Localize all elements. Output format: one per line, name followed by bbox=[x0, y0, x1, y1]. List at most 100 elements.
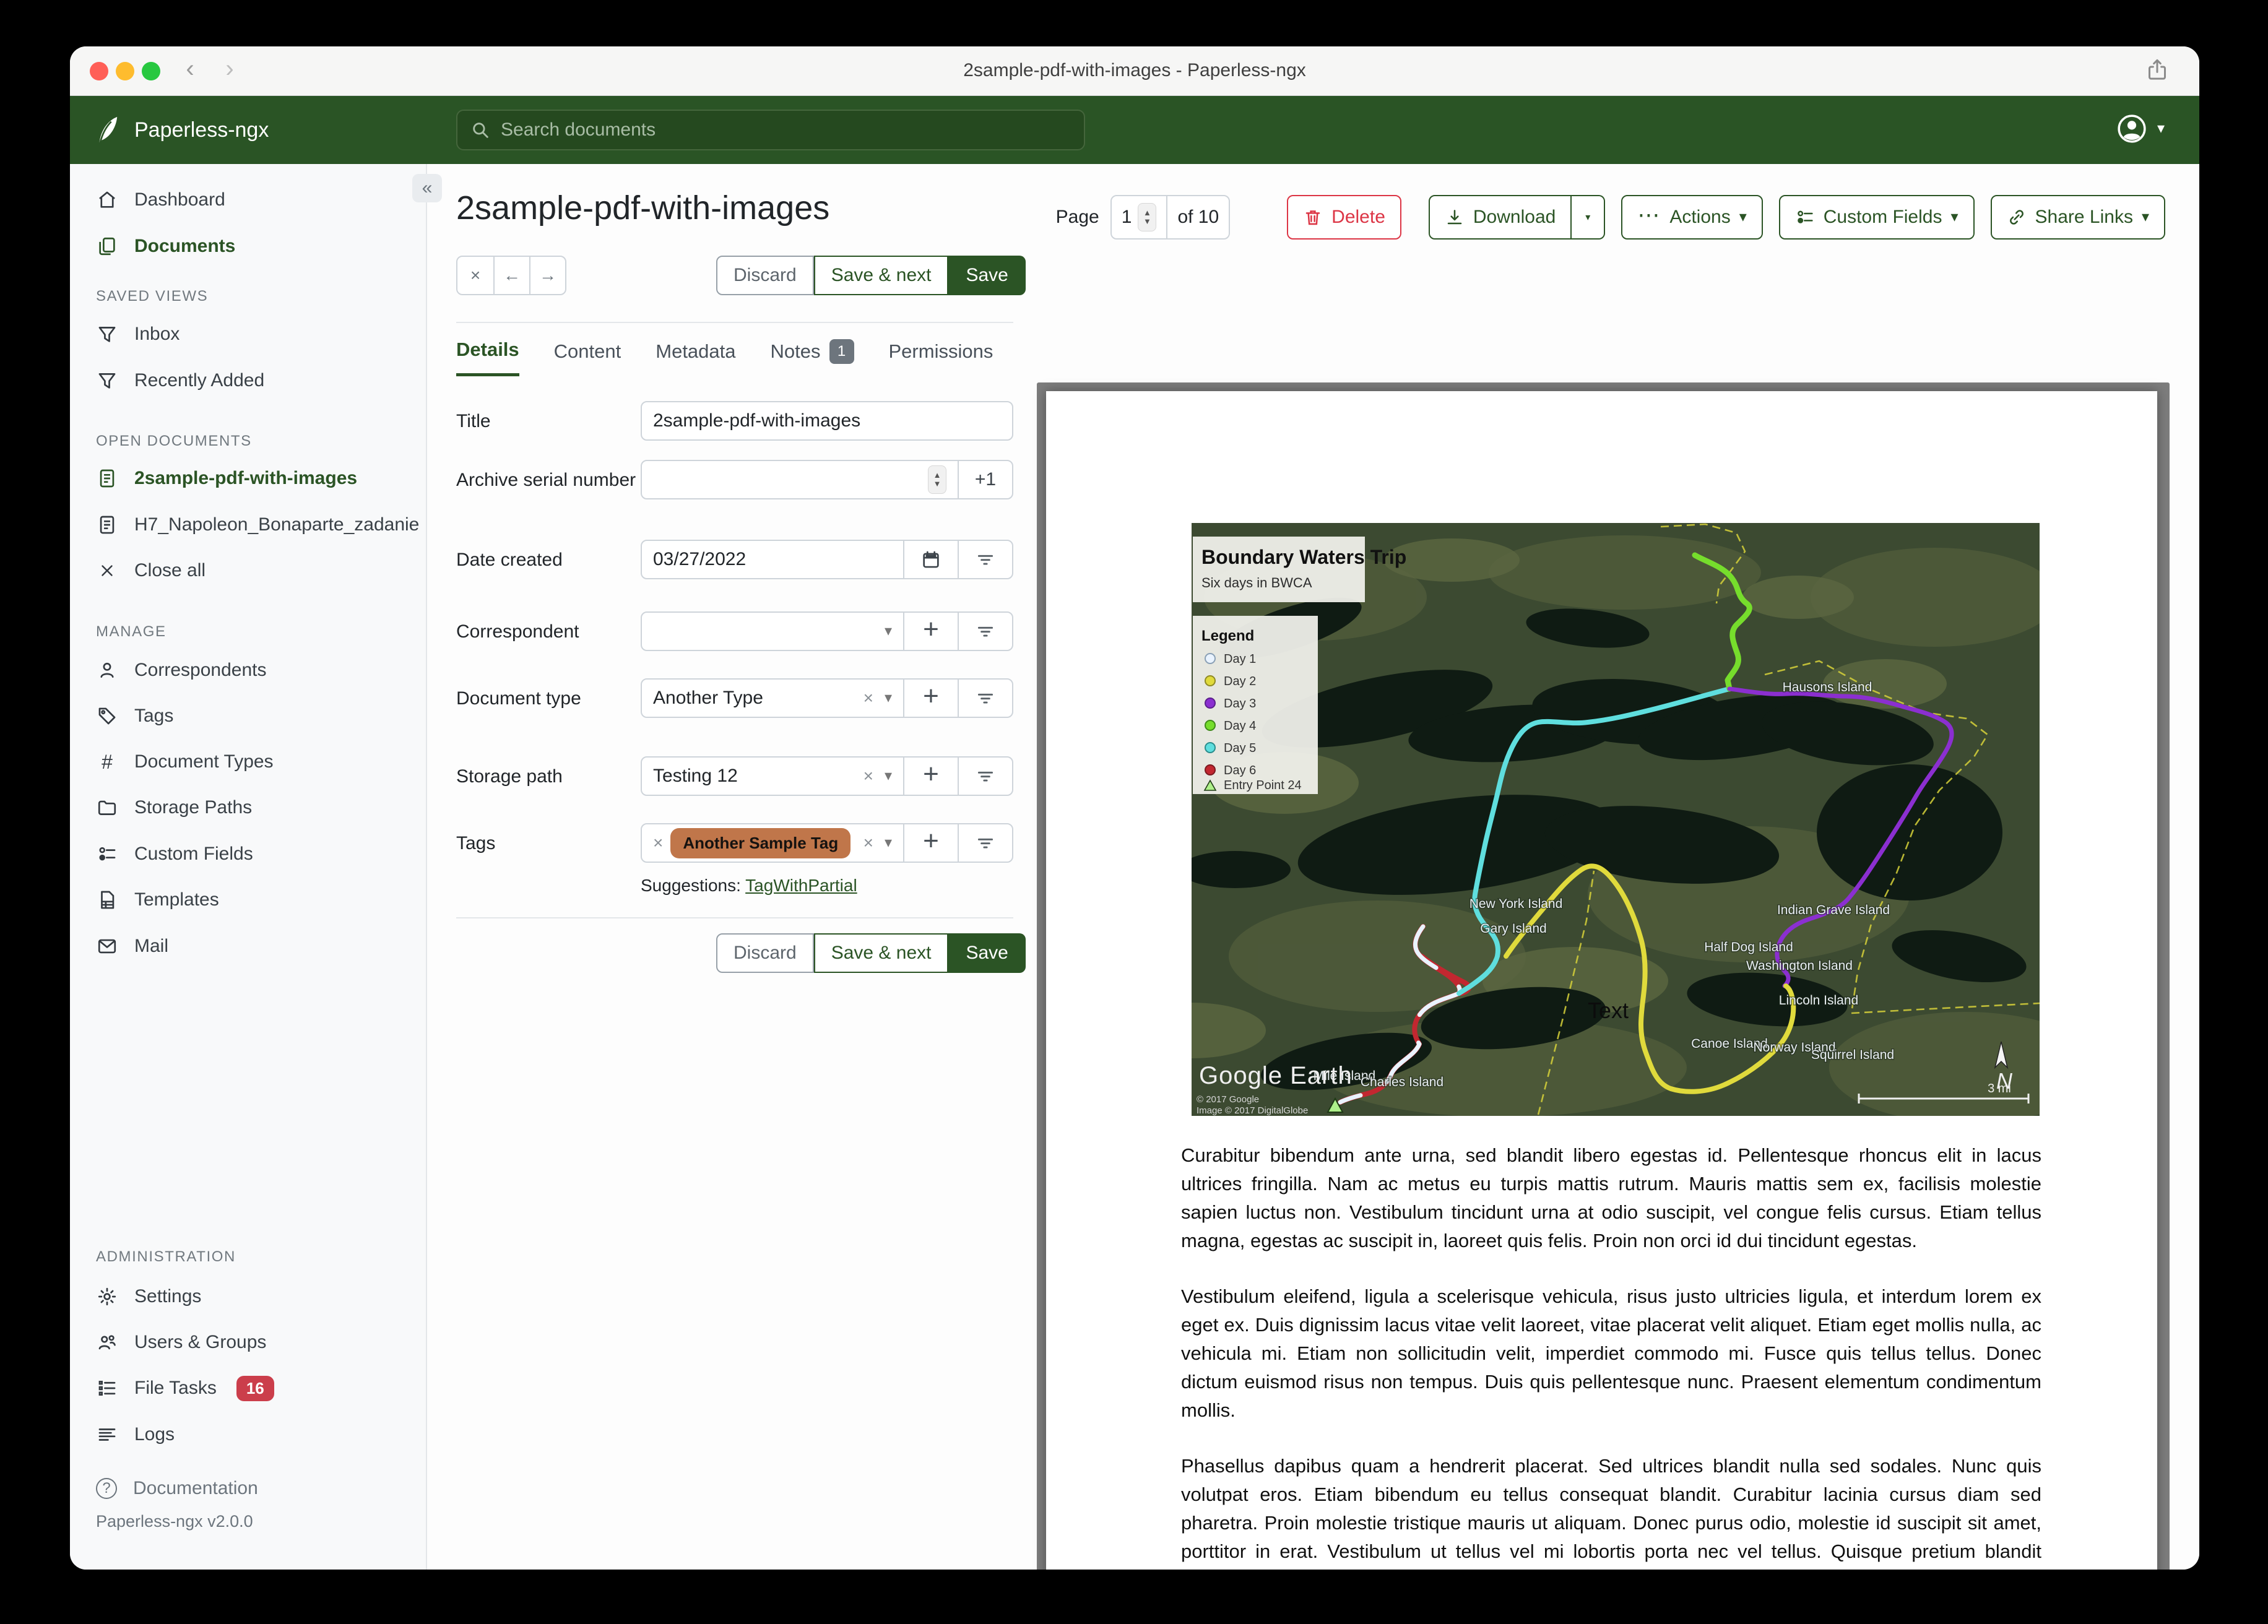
title-input[interactable]: 2sample-pdf-with-images bbox=[642, 402, 1012, 439]
add-document-type-button[interactable]: + bbox=[903, 680, 958, 717]
search-input[interactable]: Search documents bbox=[456, 110, 1085, 150]
tab-metadata[interactable]: Metadata bbox=[656, 340, 735, 375]
filter-icon bbox=[96, 369, 118, 392]
filter-lines-icon bbox=[977, 555, 993, 565]
tab-permissions[interactable]: Permissions bbox=[889, 340, 993, 375]
suggestion-link[interactable]: TagWithPartial bbox=[745, 876, 857, 895]
asn-input[interactable]: ▲ ▼ bbox=[642, 461, 958, 498]
previous-document-button[interactable]: ← bbox=[493, 257, 529, 294]
sidebar-item-users-groups[interactable]: Users & Groups bbox=[70, 1320, 426, 1365]
date-filter-button[interactable] bbox=[958, 541, 1012, 578]
paragraph: Curabitur bibendum ante urna, sed blandi… bbox=[1181, 1144, 2041, 1251]
folder-icon bbox=[96, 797, 118, 819]
add-storage-path-button[interactable]: + bbox=[903, 758, 958, 795]
download-button[interactable]: Download bbox=[1428, 195, 1572, 240]
search-placeholder: Search documents bbox=[501, 119, 656, 140]
actions-button[interactable]: ⋯ Actions ▾ bbox=[1621, 195, 1763, 240]
sidebar-item-documentation[interactable]: ? Documentation bbox=[70, 1466, 426, 1511]
sidebar-collapse-button[interactable]: « bbox=[412, 174, 442, 202]
next-document-button[interactable]: → bbox=[529, 257, 565, 294]
sidebar-item-recently-added[interactable]: Recently Added bbox=[70, 358, 426, 404]
save-next-button[interactable]: Save & next bbox=[813, 933, 949, 973]
add-correspondent-button[interactable]: + bbox=[903, 613, 958, 650]
map-label: New York Island bbox=[1469, 897, 1563, 911]
sidebar-item-inbox[interactable]: Inbox bbox=[70, 311, 426, 357]
page-spinner[interactable]: ▲ ▼ bbox=[1138, 203, 1157, 231]
sidebar-item-dashboard[interactable]: Dashboard bbox=[70, 177, 426, 223]
document-text: Curabitur bibendum ante urna, sed blandi… bbox=[1181, 1141, 2041, 1570]
sidebar-item-open-doc-h7[interactable]: H7_Napoleon_Bonaparte_zadanie bbox=[70, 502, 426, 548]
asn-plus-one-button[interactable]: +1 bbox=[958, 461, 1012, 498]
pdf-preview-pane[interactable]: Hausons Island New York Island Gary Isla… bbox=[1037, 382, 2170, 1570]
sidebar-item-label: Dashboard bbox=[134, 189, 225, 210]
share-links-button[interactable]: Share Links ▾ bbox=[1990, 195, 2165, 240]
page-title: 2sample-pdf-with-images bbox=[456, 189, 830, 227]
sidebar-item-templates[interactable]: Templates bbox=[70, 877, 426, 923]
tags-select[interactable]: × Another Sample Tag × ▾ bbox=[642, 824, 903, 862]
date-created-input[interactable]: 03/27/2022 bbox=[642, 541, 903, 578]
save-next-button[interactable]: Save & next bbox=[813, 256, 949, 295]
sidebar-item-custom-fields[interactable]: Custom Fields bbox=[70, 831, 426, 877]
discard-button[interactable]: Discard bbox=[716, 256, 814, 295]
correspondent-select[interactable]: ▾ bbox=[642, 613, 903, 650]
user-menu[interactable]: ▾ bbox=[2116, 113, 2165, 144]
macos-titlebar: ‹ › 2sample-pdf-with-images - Paperless-… bbox=[70, 46, 2199, 96]
save-group-top: Discard Save & next Save bbox=[716, 256, 1026, 295]
svg-text:Day 3: Day 3 bbox=[1224, 697, 1256, 710]
asn-spinner[interactable]: ▲ ▼ bbox=[928, 465, 946, 494]
sidebar-item-open-doc-2sample[interactable]: 2sample-pdf-with-images bbox=[70, 456, 426, 501]
sidebar-section-manage: MANAGE bbox=[96, 623, 167, 640]
app-window: ‹ › 2sample-pdf-with-images - Paperless-… bbox=[70, 46, 2199, 1570]
gear-icon bbox=[96, 1285, 118, 1308]
map-label: Lincoln Island bbox=[1779, 993, 1858, 1008]
clear-icon[interactable]: × bbox=[863, 766, 873, 786]
sidebar-item-mail[interactable]: Mail bbox=[70, 923, 426, 969]
close-document-button[interactable]: × bbox=[457, 257, 493, 294]
sidebar-item-documents[interactable]: Documents bbox=[70, 223, 426, 269]
sidebar-item-close-all[interactable]: Close all bbox=[70, 548, 426, 594]
sidebar-item-settings[interactable]: Settings bbox=[70, 1274, 426, 1320]
window-title: 2sample-pdf-with-images - Paperless-ngx bbox=[963, 60, 1306, 80]
storage-path-select[interactable]: Testing 12 × ▾ bbox=[642, 758, 903, 795]
map-label: Gary Island bbox=[1480, 922, 1546, 936]
home-icon bbox=[96, 189, 118, 211]
clear-icon[interactable]: × bbox=[863, 688, 873, 708]
sidebar-item-label: 2sample-pdf-with-images bbox=[134, 468, 358, 488]
tab-details[interactable]: Details bbox=[456, 339, 519, 376]
download-dropdown-button[interactable]: ▾ bbox=[1572, 195, 1606, 240]
tag-chip[interactable]: Another Sample Tag bbox=[670, 827, 851, 858]
calendar-button[interactable] bbox=[903, 541, 958, 578]
sidebar-item-tags[interactable]: Tags bbox=[70, 693, 426, 739]
save-button[interactable]: Save bbox=[948, 256, 1026, 295]
correspondent-filter-button[interactable] bbox=[958, 613, 1012, 650]
delete-button[interactable]: Delete bbox=[1287, 195, 1401, 240]
save-button[interactable]: Save bbox=[948, 933, 1026, 973]
sidebar-item-label: Logs bbox=[134, 1424, 175, 1445]
remove-tag-icon[interactable]: × bbox=[653, 833, 663, 853]
discard-button[interactable]: Discard bbox=[716, 933, 814, 973]
sidebar-item-correspondents[interactable]: Correspondents bbox=[70, 647, 426, 693]
tab-notes[interactable]: Notes 1 bbox=[771, 339, 854, 376]
page-number-input[interactable]: 1 ▲ ▼ bbox=[1112, 196, 1167, 238]
custom-fields-button[interactable]: Custom Fields ▾ bbox=[1778, 195, 1975, 240]
share-icon[interactable] bbox=[2145, 58, 2170, 82]
storage-path-filter-button[interactable] bbox=[958, 758, 1012, 795]
document-type-filter-button[interactable] bbox=[958, 680, 1012, 717]
app-logo[interactable]: Paperless-ngx bbox=[92, 114, 269, 145]
add-tag-button[interactable]: + bbox=[903, 824, 958, 862]
sidebar-item-logs[interactable]: Logs bbox=[70, 1412, 426, 1458]
app-version: Paperless-ngx v2.0.0 bbox=[96, 1512, 253, 1531]
sidebar-item-storage-paths[interactable]: Storage Paths bbox=[70, 785, 426, 831]
document-type-select[interactable]: Another Type × ▾ bbox=[642, 680, 903, 717]
chevron-down-icon: ▾ bbox=[884, 689, 892, 706]
clear-icon[interactable]: × bbox=[863, 833, 873, 853]
tab-content[interactable]: Content bbox=[554, 340, 621, 375]
sidebar-item-file-tasks[interactable]: File Tasks 16 bbox=[70, 1365, 426, 1411]
sidebar-item-document-types[interactable]: # Document Types bbox=[70, 739, 426, 785]
tags-filter-button[interactable] bbox=[958, 824, 1012, 862]
field-row-date-created: Date created 03/27/2022 bbox=[456, 540, 1013, 579]
map-label: Charles Island bbox=[1361, 1075, 1443, 1089]
sidebar-item-label: Inbox bbox=[134, 324, 180, 344]
sidebar-section-saved-views: SAVED VIEWS bbox=[96, 288, 209, 304]
sidebar-item-label: H7_Napoleon_Bonaparte_zadanie bbox=[134, 514, 420, 535]
